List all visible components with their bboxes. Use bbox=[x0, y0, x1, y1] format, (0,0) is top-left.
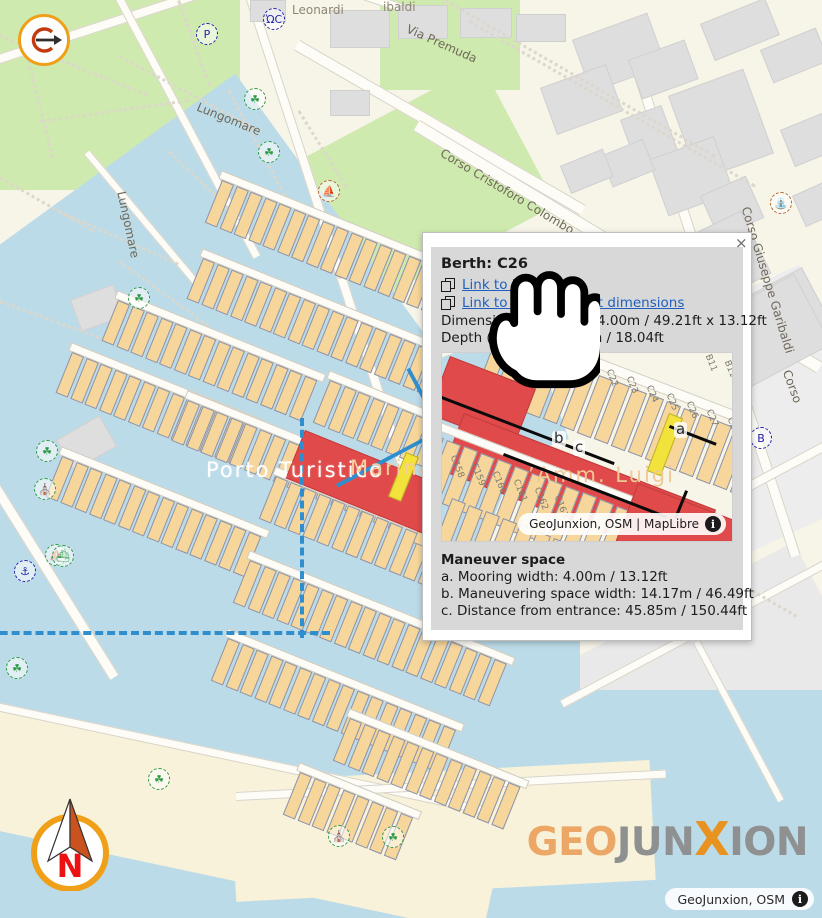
logo-part-geo: GEO bbox=[526, 820, 618, 865]
info-icon[interactable]: i bbox=[705, 516, 721, 532]
building bbox=[398, 5, 448, 39]
compass-icon: N bbox=[31, 798, 109, 892]
poi-marker[interactable]: ☘ bbox=[382, 826, 404, 848]
poi-marker[interactable]: ⚓ bbox=[14, 560, 36, 582]
poi-marker[interactable]: P bbox=[196, 23, 218, 45]
dimension-label-c: c bbox=[573, 438, 586, 456]
info-icon[interactable]: i bbox=[792, 891, 808, 907]
poi-marker[interactable]: ☘ bbox=[128, 287, 150, 309]
poi-marker[interactable]: B bbox=[750, 427, 772, 449]
maneuver-space-item: b. Maneuvering space width: 14.17m / 46.… bbox=[441, 586, 754, 602]
compass-north-label: N bbox=[57, 847, 84, 885]
popup-content: Berth: C26 Link to berth Link to berth w… bbox=[431, 247, 767, 630]
poi-marker[interactable]: ☘ bbox=[244, 88, 266, 110]
dimension-label-a: a bbox=[674, 420, 688, 438]
maneuver-space-item: a. Mooring width: 4.00m / 13.12ft bbox=[441, 569, 668, 585]
popup-title: Berth: C26 bbox=[441, 256, 528, 272]
geojunxion-logo: GEOJUNXION bbox=[526, 812, 809, 866]
inset-marina-label: ’Amm. Luigi bbox=[528, 463, 675, 487]
berth-info-popup[interactable]: × Berth: C26 Link to berth Link to berth… bbox=[422, 232, 767, 641]
building bbox=[330, 90, 370, 116]
logo-part-ion: ION bbox=[729, 820, 808, 865]
copy-icon[interactable] bbox=[441, 296, 455, 310]
poi-marker[interactable]: ὨC bbox=[263, 8, 285, 30]
poi-marker[interactable]: ⛲ bbox=[770, 192, 792, 214]
maneuver-space-title: Maneuver space bbox=[441, 552, 566, 568]
maneuver-space-list: a. Mooring width: 4.00m / 13.12ft b. Mane… bbox=[441, 569, 754, 619]
map-attribution[interactable]: GeoJunxion, OSM i bbox=[665, 888, 814, 910]
poi-marker[interactable]: ☘ bbox=[148, 768, 170, 790]
link-to-berth-no-dimensions-row[interactable]: Link to berth without dimensions bbox=[441, 295, 733, 311]
logo-part-jun: JUN bbox=[616, 820, 695, 865]
inset-berth-label: B11 bbox=[702, 353, 719, 374]
copy-icon[interactable] bbox=[441, 278, 455, 292]
poi-marker[interactable]: ☘ bbox=[258, 141, 280, 163]
poi-marker[interactable]: ⛵ bbox=[318, 180, 340, 202]
poi-marker[interactable]: ☘ bbox=[36, 440, 58, 462]
building bbox=[330, 10, 390, 48]
exit-arrow-icon bbox=[31, 27, 62, 53]
poi-marker[interactable]: ⛴ bbox=[52, 545, 74, 567]
berth-inset-map[interactable]: ’Amm. Luigi C21 C22 C23 C24 C25 C26 C27 C28 B11 B… bbox=[441, 352, 733, 542]
logo-part-x: X bbox=[694, 812, 730, 866]
poi-marker[interactable]: ☘ bbox=[6, 657, 28, 679]
inset-attribution-text: GeoJunxion, OSM | MapLibre bbox=[529, 517, 699, 531]
link-to-berth-row[interactable]: Link to berth bbox=[441, 277, 733, 293]
poi-marker[interactable]: ⛪ bbox=[34, 478, 56, 500]
depth-text: Depth (low tide): 5.50m / 18.04ft bbox=[441, 330, 664, 346]
close-icon[interactable]: × bbox=[729, 235, 748, 251]
dimension-label-b: b bbox=[552, 429, 566, 447]
dimensions-text: Dimensions: 15.00m x 4.00m / 49.21ft x 1… bbox=[441, 313, 767, 329]
inset-attribution[interactable]: GeoJunxion, OSM | MapLibre i bbox=[518, 513, 726, 535]
exit-arrow-button[interactable] bbox=[18, 14, 70, 66]
link-to-berth[interactable]: Link to berth bbox=[462, 277, 548, 293]
building bbox=[516, 14, 566, 42]
map-application: Via Premuda Corso Cristoforo Colombo Corso… bbox=[0, 0, 822, 918]
inset-berth-label: B11 bbox=[721, 359, 733, 380]
attribution-text: GeoJunxion, OSM bbox=[677, 891, 785, 907]
poi-marker[interactable]: ⛪ bbox=[328, 825, 350, 847]
link-to-berth-without-dimensions[interactable]: Link to berth without dimensions bbox=[462, 295, 684, 311]
compass-rose[interactable]: N bbox=[22, 795, 118, 892]
maneuver-space-item: c. Distance from entrance: 45.85m / 150.… bbox=[441, 603, 748, 619]
